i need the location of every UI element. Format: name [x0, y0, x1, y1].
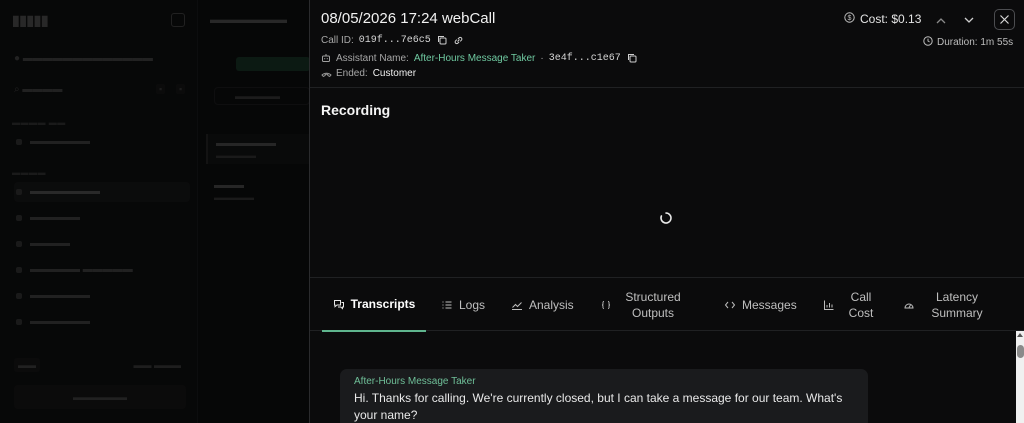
assistant-label: Assistant Name: [336, 52, 409, 64]
clock-icon [923, 36, 933, 49]
tab-logs[interactable]: Logs [441, 278, 485, 331]
list-icon [442, 301, 452, 308]
message-speaker: After-Hours Message Taker [354, 376, 476, 387]
recording-title: Recording [321, 102, 391, 118]
chevron-down-icon [964, 17, 974, 23]
phone-end-icon [321, 69, 332, 79]
braces-icon [601, 300, 611, 309]
call-cost: $ Cost: $0.13 [844, 12, 921, 26]
bot-icon [321, 53, 331, 63]
app-root: ▮▮▮▮▮ ● ▬▬▬▬▬▬▬▬▬▬▬▬▬ ⌕ ▬▬▬▬ ▪ ▪ ▬▬▬▬ ▬▬… [0, 0, 1024, 423]
call-detail-drawer: 08/05/2026 17:24 webCall Call ID: 019f..… [309, 0, 1024, 423]
call-id-row: Call ID: 019f...7e6c5 [321, 34, 465, 46]
tab-label: Analysis [529, 297, 574, 312]
code-icon [724, 301, 736, 308]
svg-text:$: $ [848, 15, 852, 22]
loading-spinner-icon [659, 211, 673, 225]
tab-messages[interactable]: Messages [724, 278, 797, 331]
assistant-name-link[interactable]: After-Hours Message Taker [414, 53, 536, 64]
link-icon[interactable] [453, 34, 465, 46]
ended-label: Ended: [336, 68, 368, 79]
call-header: 08/05/2026 17:24 webCall Call ID: 019f..… [310, 0, 1024, 88]
chevron-up-icon [936, 17, 946, 23]
copy-icon[interactable] [626, 52, 638, 64]
detail-tabs: Transcripts Logs Analysis Structured Out… [310, 277, 1024, 332]
chat-icon [333, 300, 344, 310]
transcript-message: After-Hours Message Taker Hi. Thanks for… [340, 369, 868, 423]
assistant-id-value: 3e4f...c1e67 [548, 52, 621, 64]
tab-label: Transcripts [350, 297, 416, 311]
previous-call-button[interactable] [931, 10, 951, 30]
tab-call-cost[interactable]: Call Cost [823, 278, 883, 331]
call-title: 08/05/2026 17:24 webCall [321, 10, 496, 27]
assistant-row: Assistant Name: After-Hours Message Take… [321, 52, 638, 64]
tab-label: Logs [459, 297, 486, 312]
scrollbar-thumb[interactable] [1017, 345, 1024, 358]
tab-latency-summary[interactable]: Latency Summary [903, 278, 993, 331]
cost-value: Cost: $0.13 [860, 12, 922, 26]
next-call-button[interactable] [959, 10, 979, 30]
tab-label: Structured Outputs [625, 289, 681, 320]
tab-label: Call Cost [848, 289, 874, 320]
trend-icon [512, 301, 522, 310]
tab-structured-outputs[interactable]: Structured Outputs [600, 278, 700, 331]
ended-row: Ended: Customer [321, 68, 416, 79]
tab-transcripts[interactable]: Transcripts [322, 278, 426, 332]
separator-dot: · [540, 52, 544, 64]
tab-analysis[interactable]: Analysis [511, 278, 574, 331]
dollar-circle-icon: $ [844, 12, 855, 26]
close-icon [1000, 15, 1009, 24]
gauge-icon [904, 303, 914, 308]
close-button[interactable] [994, 9, 1015, 30]
tab-label: Messages [742, 297, 797, 312]
transcript-scrollbar[interactable] [1016, 331, 1024, 423]
tab-label: Latency Summary [931, 289, 983, 320]
duration-value: Duration: 1m 55s [937, 37, 1014, 48]
ended-value: Customer [372, 68, 417, 79]
message-text: Hi. Thanks for calling. We're currently … [354, 391, 843, 422]
call-duration: Duration: 1m 55s [923, 36, 1013, 49]
scroll-up-arrow-icon[interactable] [1017, 333, 1023, 337]
copy-icon[interactable] [436, 34, 448, 46]
transcript-panel: After-Hours Message Taker Hi. Thanks for… [310, 331, 1016, 423]
call-id-label: Call ID: [321, 34, 354, 46]
call-id-value: 019f...7e6c5 [358, 34, 431, 46]
bar-chart-icon [824, 300, 834, 310]
